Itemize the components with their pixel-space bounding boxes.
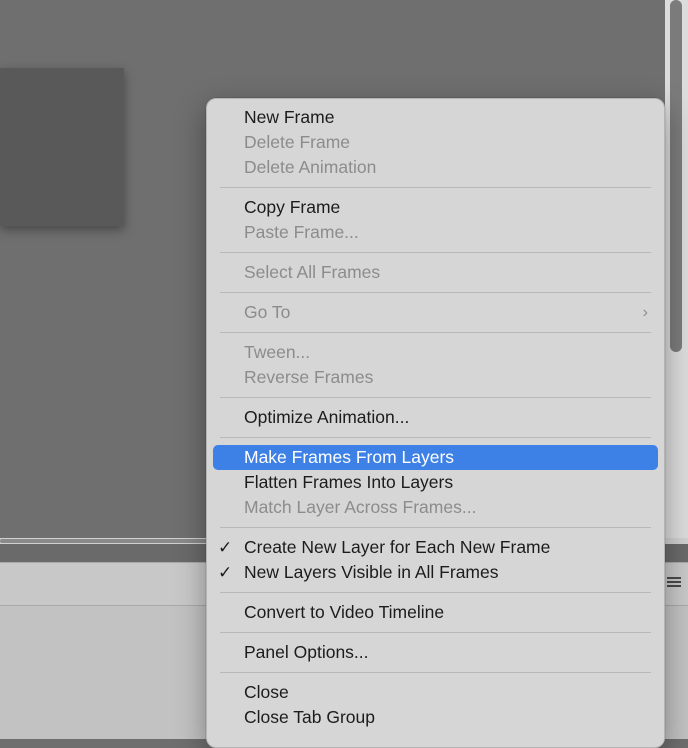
menu-item-create-new-layer-for-each-new-frame[interactable]: ✓ Create New Layer for Each New Frame [213, 535, 658, 560]
menu-item-flatten-frames-into-layers[interactable]: Flatten Frames Into Layers [213, 470, 658, 495]
menu-separator [220, 292, 651, 293]
menu-separator [220, 437, 651, 438]
menu-item-label: Make Frames From Layers [244, 447, 455, 467]
menu-item-label: Paste Frame... [244, 222, 359, 242]
menu-separator [220, 527, 651, 528]
menu-separator [220, 187, 651, 188]
menu-item-close-tab-group[interactable]: Close Tab Group [213, 705, 658, 730]
vertical-scrollbar-thumb[interactable] [670, 0, 682, 352]
menu-item-label: Panel Options... [244, 642, 369, 662]
menu-item-label: New Frame [244, 107, 335, 127]
menu-item-label: Create New Layer for Each New Frame [244, 537, 551, 557]
menu-item-delete-frame[interactable]: Delete Frame [213, 130, 658, 155]
horizontal-scrollbar-thumb[interactable] [0, 539, 210, 543]
menu-separator [220, 397, 651, 398]
menu-item-label: Tween... [244, 342, 311, 362]
context-menu: New Frame Delete Frame Delete Animation Cop… [206, 98, 665, 748]
menu-separator [220, 252, 651, 253]
menu-item-panel-options[interactable]: Panel Options... [213, 640, 658, 665]
menu-separator [220, 632, 651, 633]
menu-item-match-layer-across-frames[interactable]: Match Layer Across Frames... [213, 495, 658, 520]
menu-item-go-to[interactable]: Go To › [213, 300, 658, 325]
frame-thumbnail[interactable] [0, 68, 124, 226]
menu-item-select-all-frames[interactable]: Select All Frames [213, 260, 658, 285]
menu-item-label: Delete Frame [244, 132, 351, 152]
menu-item-label: Delete Animation [244, 157, 377, 177]
menu-item-label: Optimize Animation... [244, 407, 410, 427]
menu-item-close[interactable]: Close [213, 680, 658, 705]
menu-separator [220, 332, 651, 333]
menu-item-label: Reverse Frames [244, 367, 374, 387]
menu-item-label: Close [244, 682, 289, 702]
menu-item-reverse-frames[interactable]: Reverse Frames [213, 365, 658, 390]
menu-item-label: Match Layer Across Frames... [244, 497, 477, 517]
menu-item-tween[interactable]: Tween... [213, 340, 658, 365]
menu-separator [220, 592, 651, 593]
menu-item-label: Convert to Video Timeline [244, 602, 445, 622]
menu-item-label: Close Tab Group [244, 707, 376, 727]
menu-item-label: Select All Frames [244, 262, 381, 282]
menu-item-paste-frame[interactable]: Paste Frame... [213, 220, 658, 245]
checkmark-icon: ✓ [218, 538, 233, 557]
menu-item-optimize-animation[interactable]: Optimize Animation... [213, 405, 658, 430]
menu-item-label: Go To [244, 302, 291, 322]
menu-item-delete-animation[interactable]: Delete Animation [213, 155, 658, 180]
hamburger-icon[interactable] [667, 577, 681, 589]
menu-item-new-frame[interactable]: New Frame [213, 105, 658, 130]
menu-item-make-frames-from-layers[interactable]: Make Frames From Layers [213, 445, 658, 470]
menu-item-copy-frame[interactable]: Copy Frame [213, 195, 658, 220]
menu-item-new-layers-visible-in-all-frames[interactable]: ✓ New Layers Visible in All Frames [213, 560, 658, 585]
checkmark-icon: ✓ [218, 563, 233, 582]
menu-item-convert-to-video-timeline[interactable]: Convert to Video Timeline [213, 600, 658, 625]
menu-separator [220, 672, 651, 673]
chevron-right-icon: › [642, 304, 648, 321]
menu-item-label: New Layers Visible in All Frames [244, 562, 499, 582]
menu-item-label: Copy Frame [244, 197, 341, 217]
menu-item-label: Flatten Frames Into Layers [244, 472, 454, 492]
